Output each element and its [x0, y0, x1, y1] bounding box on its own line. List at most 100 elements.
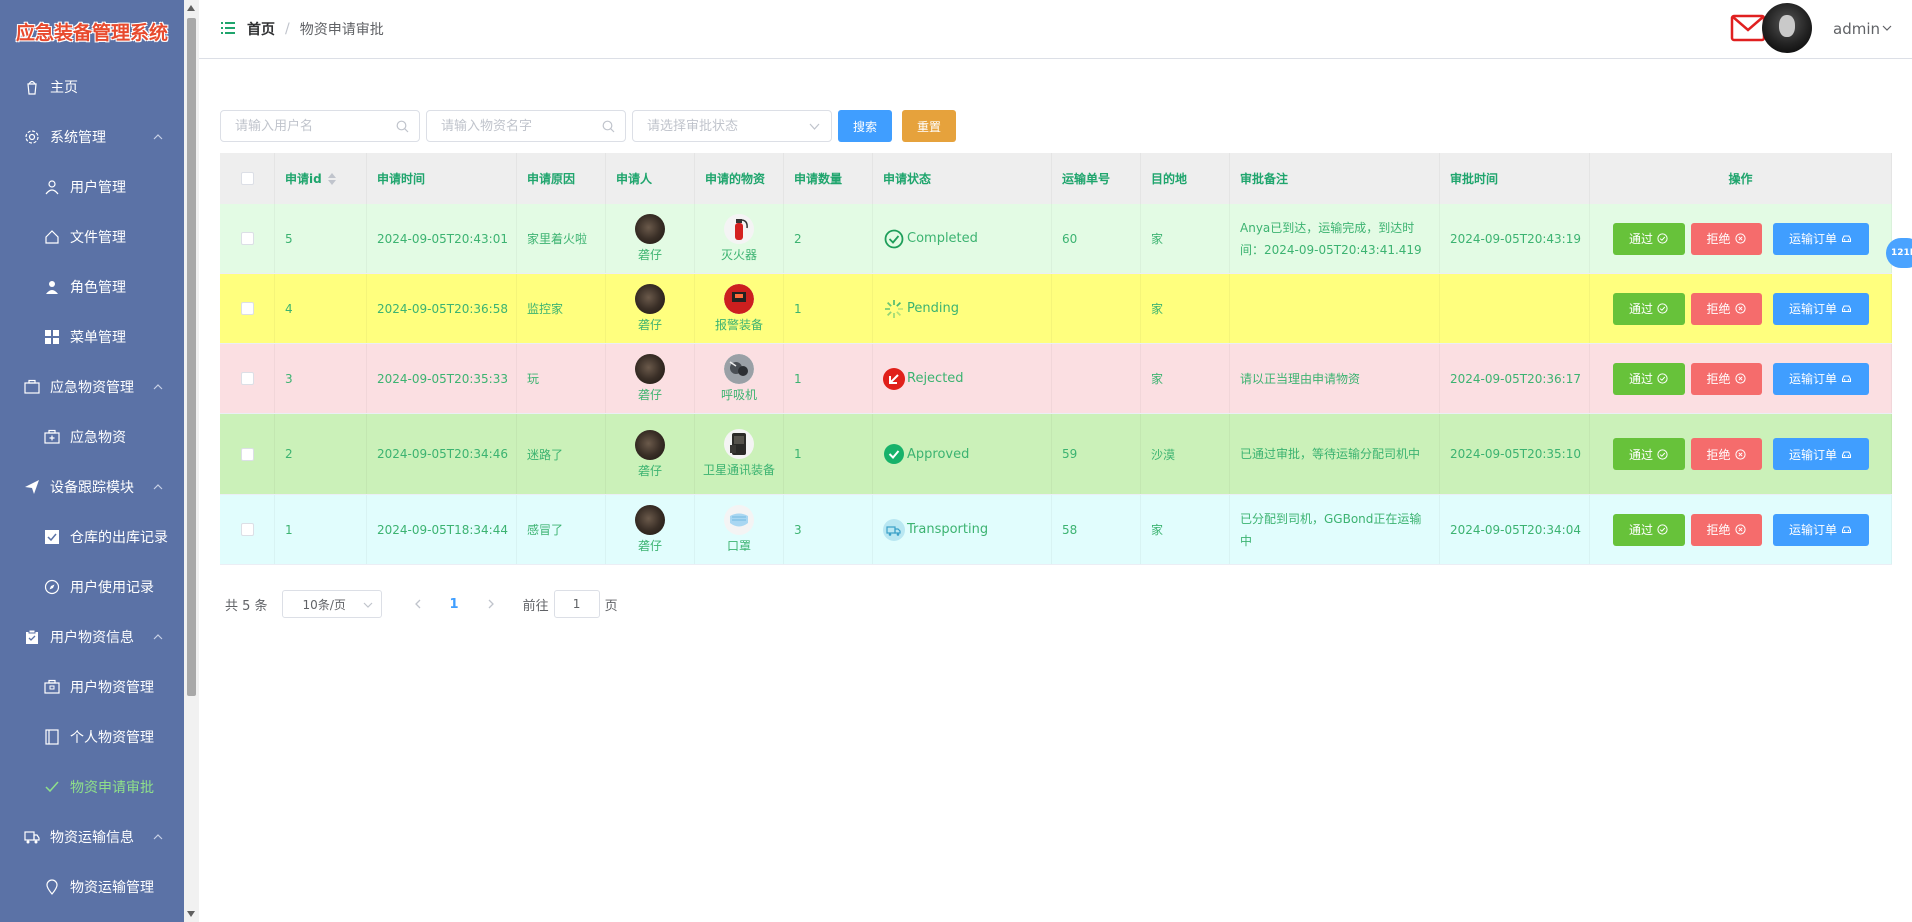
sidebar-item-label: 用户物资信息: [50, 630, 134, 646]
transport-order-button[interactable]: 运输订单: [1772, 513, 1869, 546]
goto-page-input[interactable]: 1: [553, 590, 600, 618]
approve-button[interactable]: 通过: [1612, 513, 1685, 546]
check-icon: [44, 779, 60, 795]
cell-status: Approved: [873, 414, 1052, 494]
user-name[interactable]: admin: [1833, 20, 1880, 38]
sidebar-item-label: 物资运输信息: [50, 830, 134, 846]
cell-destination: 家: [1141, 495, 1230, 564]
sidebar-item-12[interactable]: 用户物资管理: [0, 662, 184, 712]
reject-button[interactable]: 拒绝: [1690, 222, 1762, 255]
mail-icon[interactable]: [1730, 14, 1766, 42]
sidebar-item-4[interactable]: 角色管理: [0, 262, 184, 312]
item-name: 灭火器: [720, 247, 757, 262]
close-circle-icon: [1734, 233, 1746, 244]
cell-time: 2024-09-05T20:36:58: [367, 274, 517, 343]
col-header-item: 申请的物资: [695, 153, 784, 204]
approve-button[interactable]: 通过: [1612, 292, 1685, 325]
approve-label: 通过: [1628, 232, 1653, 246]
sidebar-item-7[interactable]: 应急物资: [0, 412, 184, 462]
reject-button[interactable]: 拒绝: [1690, 292, 1762, 325]
next-page-button[interactable]: [479, 592, 503, 616]
cell-id: 3: [275, 344, 367, 413]
status-badge: Rejected: [883, 367, 964, 390]
cell-destination: 家: [1141, 274, 1230, 343]
transport-order-button[interactable]: 运输订单: [1772, 362, 1869, 395]
sidebar-menu: 主页系统管理 用户管理 文件管理 角色管理菜单管理应急物资管理 应急物资 设备跟踪模块仓库…: [0, 62, 184, 912]
sort-icon[interactable]: [327, 172, 336, 185]
scroll-up-arrow-icon[interactable]: [187, 5, 195, 11]
cell-reason: 家里着火啦: [517, 204, 606, 273]
col-header-id[interactable]: 申请id: [275, 153, 367, 204]
transport-order-button[interactable]: 运输订单: [1772, 292, 1869, 325]
cell-actions: 通过 拒绝 运输订单: [1590, 204, 1892, 273]
item-search-input[interactable]: [427, 111, 625, 141]
sidebar-item-5[interactable]: 菜单管理: [0, 312, 184, 362]
sidebar-item-label: 主页: [50, 80, 78, 96]
sidebar-item-10[interactable]: 用户使用记录: [0, 562, 184, 612]
sidebar-item-9[interactable]: 仓库的出库记录: [0, 512, 184, 562]
table-row: 2 2024-09-05T20:34:46 迷路了 砻仔 卫星通讯装备 1 Approved…: [220, 414, 1892, 495]
status-select-input[interactable]: [633, 111, 831, 141]
clipboard-icon: [24, 629, 40, 645]
cell-tracking: [1052, 274, 1141, 343]
page-number-current[interactable]: 1: [450, 597, 459, 612]
prev-page-button[interactable]: [406, 592, 430, 616]
sidebar-item-15[interactable]: 物资运输信息: [0, 812, 184, 862]
transport-label: 运输订单: [1788, 447, 1837, 462]
gear-icon: [24, 129, 40, 145]
page-size-select[interactable]: 10条/页: [281, 590, 382, 618]
approve-button[interactable]: 通过: [1612, 438, 1685, 470]
cell-tracking: [1052, 344, 1141, 413]
status-badge: Transporting: [883, 518, 988, 541]
cell-time: 2024-09-05T20:43:01: [367, 204, 517, 273]
sidebar-scrollbar[interactable]: [184, 0, 199, 922]
sidebar-item-label: 菜单管理: [70, 330, 126, 346]
reject-button[interactable]: 拒绝: [1690, 513, 1762, 546]
table-body: 5 2024-09-05T20:43:01 家里着火啦 砻仔 灭火器 2 Completed…: [220, 204, 1892, 565]
row-checkbox[interactable]: [240, 523, 254, 536]
breadcrumb-home[interactable]: 首页: [247, 19, 275, 39]
scroll-down-arrow-icon[interactable]: [187, 911, 195, 917]
col-header-qty: 申请数量: [784, 153, 873, 204]
row-checkbox[interactable]: [240, 302, 254, 315]
item-image: [724, 504, 754, 535]
sidebar-item-16[interactable]: 物资运输管理: [0, 862, 184, 912]
transport-order-button[interactable]: 运输订单: [1772, 438, 1869, 470]
cell-id: 5: [275, 204, 367, 273]
sidebar-item-2[interactable]: 用户管理: [0, 162, 184, 212]
select-all-checkbox[interactable]: [240, 172, 254, 185]
user-icon: [44, 179, 60, 195]
search-icon: [396, 120, 409, 133]
search-button[interactable]: 搜索: [838, 110, 893, 142]
sidebar-item-0[interactable]: 主页: [0, 62, 184, 112]
menu-fold-icon[interactable]: [221, 21, 235, 35]
status-select[interactable]: [632, 110, 832, 142]
reject-button[interactable]: 拒绝: [1690, 362, 1762, 395]
transport-order-button[interactable]: 运输订单: [1772, 222, 1869, 255]
floating-badge[interactable]: 121M: [1886, 238, 1912, 268]
approve-button[interactable]: 通过: [1612, 362, 1685, 395]
cell-actions: 通过 拒绝 运输订单: [1590, 274, 1892, 343]
user-avatar[interactable]: [1762, 3, 1812, 53]
row-checkbox[interactable]: [240, 232, 254, 245]
row-checkbox[interactable]: [240, 372, 254, 385]
sidebar-item-1[interactable]: 系统管理: [0, 112, 184, 162]
row-checkbox[interactable]: [240, 447, 254, 461]
sidebar-item-13[interactable]: 个人物资管理: [0, 712, 184, 762]
sidebar-item-3[interactable]: 文件管理: [0, 212, 184, 262]
box-icon: [44, 679, 60, 695]
chevron-down-icon[interactable]: [1882, 24, 1892, 32]
sidebar-item-6[interactable]: 应急物资管理: [0, 362, 184, 412]
username-search-input[interactable]: [221, 111, 419, 141]
scrollbar-thumb[interactable]: [187, 18, 196, 696]
reject-button[interactable]: 拒绝: [1690, 438, 1762, 470]
reset-button[interactable]: 重置: [902, 110, 957, 142]
approve-button[interactable]: 通过: [1612, 222, 1685, 255]
breadcrumb-separator: /: [285, 21, 290, 37]
sidebar-item-label: 仓库的出库记录: [70, 530, 168, 546]
sidebar-item-8[interactable]: 设备跟踪模块: [0, 462, 184, 512]
sidebar-item-14[interactable]: 物资申请审批: [0, 762, 184, 812]
sidebar-item-11[interactable]: 用户物资信息: [0, 612, 184, 662]
cell-status: Pending: [873, 274, 1052, 343]
approve-label: 通过: [1628, 302, 1653, 316]
